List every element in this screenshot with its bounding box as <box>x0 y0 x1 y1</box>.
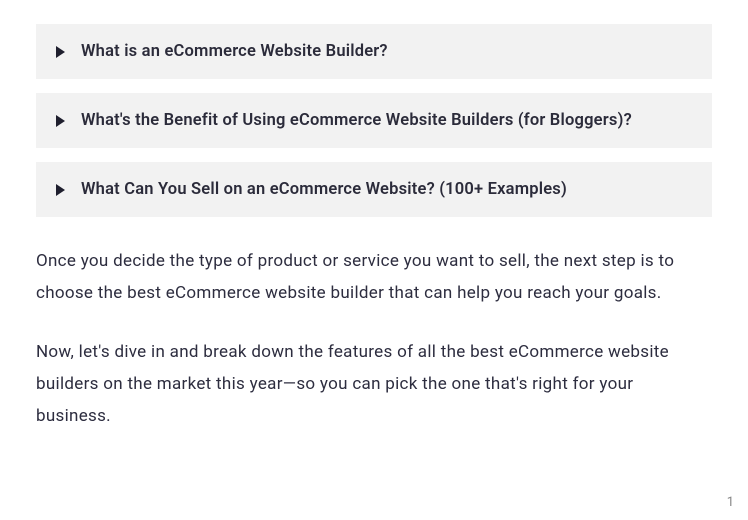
body-text: Once you decide the type of product or s… <box>36 245 712 432</box>
accordion-item-1[interactable]: What is an eCommerce Website Builder? <box>36 24 712 79</box>
triangle-right-icon <box>56 46 65 58</box>
accordion-item-3[interactable]: What Can You Sell on an eCommerce Websit… <box>36 162 712 217</box>
paragraph-2: Now, let's dive in and break down the fe… <box>36 336 712 433</box>
accordion-title: What Can You Sell on an eCommerce Websit… <box>81 180 567 199</box>
accordion-title: What's the Benefit of Using eCommerce We… <box>81 111 632 130</box>
paragraph-1: Once you decide the type of product or s… <box>36 245 712 310</box>
triangle-right-icon <box>56 184 65 196</box>
triangle-right-icon <box>56 115 65 127</box>
page-number: 1 <box>727 495 734 510</box>
accordion-title: What is an eCommerce Website Builder? <box>81 42 388 61</box>
accordion-item-2[interactable]: What's the Benefit of Using eCommerce We… <box>36 93 712 148</box>
